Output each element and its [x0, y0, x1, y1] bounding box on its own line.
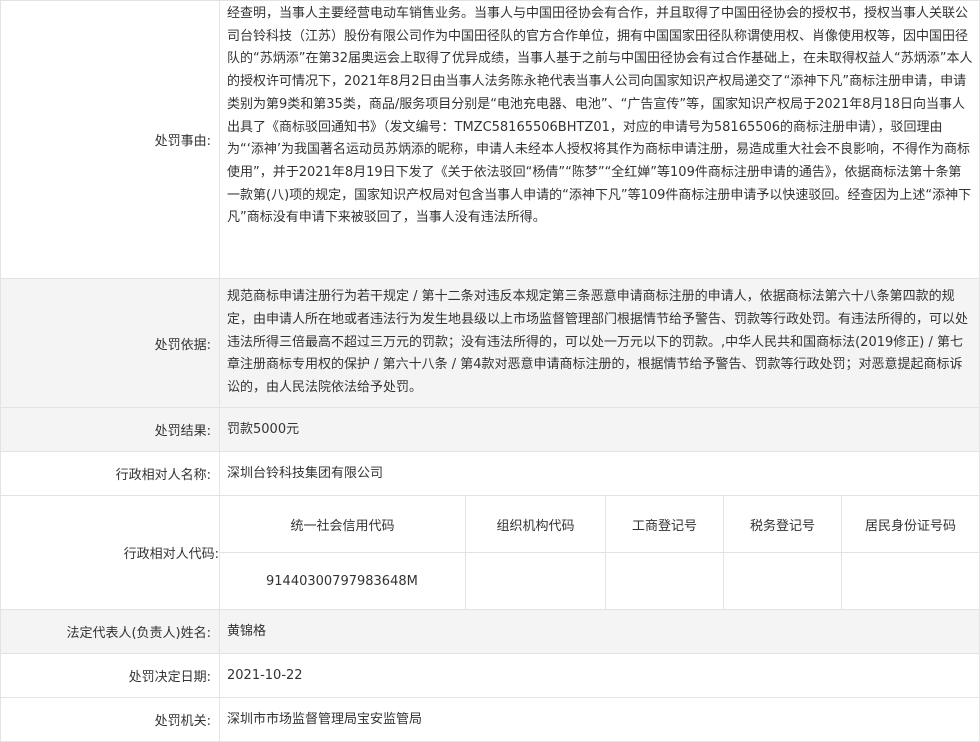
decision-date-label: 处罚决定日期:	[0, 653, 220, 698]
penalty-basis-text: 规范商标申请注册行为若干规定 / 第十二条对违反本规定第三条恶意申请商标注册的申…	[219, 278, 980, 408]
party-name-label: 行政相对人名称:	[0, 451, 220, 496]
penalty-reason-label: 处罚事由:	[0, 0, 220, 279]
penalty-result-label: 处罚结果:	[0, 407, 220, 452]
party-codes-header-row: 统一社会信用代码 组织机构代码 工商登记号 税务登记号 居民身份证号码	[220, 496, 979, 553]
penalty-result-value: 罚款5000元	[219, 407, 980, 452]
legal-rep-value: 黄锦格	[219, 609, 980, 654]
penalty-basis-paragraph: 规范商标申请注册行为若干规定 / 第十二条对违反本规定第三条恶意申请商标注册的申…	[227, 289, 969, 396]
row-party-codes: 行政相对人代码: 统一社会信用代码 组织机构代码 工商登记号 税务登记号 居民身…	[0, 495, 980, 610]
party-codes-table: 统一社会信用代码 组织机构代码 工商登记号 税务登记号 居民身份证号码 9144…	[220, 496, 979, 609]
penalty-info-table: 处罚事由: 经查明，当事人主要经营电动车销售业务。当事人与中国田径协会有合作，并…	[0, 0, 980, 742]
penalty-basis-label: 处罚依据:	[0, 278, 220, 408]
value-id-card-no	[841, 552, 979, 609]
row-authority: 处罚机关: 深圳市市场监督管理局宝安监管局	[0, 697, 980, 742]
row-penalty-reason: 处罚事由: 经查明，当事人主要经营电动车销售业务。当事人与中国田径协会有合作，并…	[0, 0, 980, 279]
party-codes-value-row: 91440300797983648M	[220, 552, 979, 609]
value-credit-code: 91440300797983648M	[220, 552, 466, 609]
penalty-reason-paragraph: 经查明，当事人主要经营电动车销售业务。当事人与中国田径协会有合作，并且取得了中国…	[227, 6, 973, 226]
decision-date-value: 2021-10-22	[219, 653, 980, 698]
row-legal-rep: 法定代表人(负责人)姓名: 黄锦格	[0, 609, 980, 654]
party-name-value: 深圳台铃科技集团有限公司	[219, 451, 980, 496]
penalty-reason-text: 经查明，当事人主要经营电动车销售业务。当事人与中国田径协会有合作，并且取得了中国…	[219, 0, 980, 279]
party-codes-cell: 统一社会信用代码 组织机构代码 工商登记号 税务登记号 居民身份证号码 9144…	[219, 495, 980, 610]
value-business-reg-no	[605, 552, 724, 609]
legal-rep-label: 法定代表人(负责人)姓名:	[0, 609, 220, 654]
header-tax-reg-no: 税务登记号	[723, 496, 842, 553]
value-tax-reg-no	[723, 552, 842, 609]
row-penalty-result: 处罚结果: 罚款5000元	[0, 407, 980, 452]
party-codes-label: 行政相对人代码:	[0, 495, 220, 610]
header-id-card-no: 居民身份证号码	[841, 496, 979, 553]
header-business-reg-no: 工商登记号	[605, 496, 724, 553]
header-credit-code: 统一社会信用代码	[220, 496, 466, 553]
authority-label: 处罚机关:	[0, 697, 220, 742]
row-decision-date: 处罚决定日期: 2021-10-22	[0, 653, 980, 698]
authority-value: 深圳市市场监督管理局宝安监管局	[219, 697, 980, 742]
row-party-name: 行政相对人名称: 深圳台铃科技集团有限公司	[0, 451, 980, 496]
header-org-code: 组织机构代码	[465, 496, 606, 553]
value-org-code	[465, 552, 606, 609]
row-penalty-basis: 处罚依据: 规范商标申请注册行为若干规定 / 第十二条对违反本规定第三条恶意申请…	[0, 278, 980, 408]
